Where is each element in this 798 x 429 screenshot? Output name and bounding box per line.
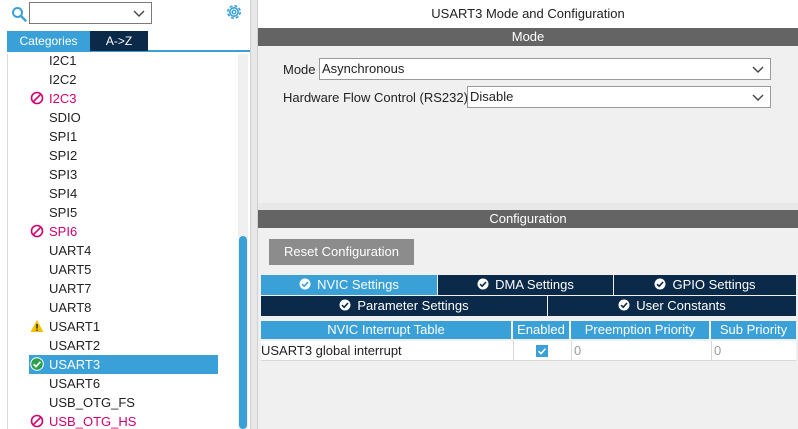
tab-categories[interactable]: Categories — [7, 31, 90, 51]
tab-dma-settings[interactable]: DMA Settings — [438, 275, 613, 295]
column-header[interactable]: NVIC Interrupt Table — [261, 321, 511, 339]
list-item[interactable]: SPI1 — [8, 127, 239, 146]
table-row-name[interactable]: USART3 global interrupt — [261, 341, 513, 361]
list-item[interactable]: USART6 — [8, 374, 239, 393]
list-item-label: USART1 — [49, 319, 101, 334]
list-item-label: SDIO — [49, 110, 81, 125]
pane-splitter[interactable] — [250, 0, 258, 429]
reset-configuration-button[interactable]: Reset Configuration — [269, 239, 414, 265]
search-combo[interactable] — [29, 2, 152, 24]
list-item-label: SPI4 — [49, 186, 78, 201]
tab-label: Parameter Settings — [357, 298, 469, 313]
configuration-section-header: Configuration — [258, 210, 798, 228]
list-item[interactable]: UART4 — [8, 241, 239, 260]
list-item[interactable]: SPI6 — [8, 222, 239, 241]
tab-label: User Constants — [636, 298, 726, 313]
flow-control-label: Hardware Flow Control (RS232) — [283, 90, 468, 105]
list-item-label: SPI5 — [49, 205, 78, 220]
peripheral-tree-pane: Categories A->Z I2C1 I2C2 I2C3 SDIO SPI1 SPI2… — [0, 0, 250, 429]
column-header[interactable]: Enabled — [513, 321, 569, 339]
enabled-cell[interactable] — [513, 341, 571, 361]
list-item[interactable]: UART8 — [8, 298, 239, 317]
no-entry-icon — [30, 414, 44, 428]
list-item-label: USB_OTG_FS — [49, 395, 135, 410]
list-item[interactable]: SPI5 — [8, 203, 239, 222]
configuration-panel: Reset Configuration NVIC Settings DMA Se… — [258, 228, 798, 429]
mode-select[interactable]: Asynchronous — [319, 58, 771, 80]
list-item[interactable]: SPI2 — [8, 146, 239, 165]
list-item-label: SPI6 — [49, 224, 78, 239]
gear-icon[interactable] — [225, 3, 243, 21]
mode-section-header: Mode — [258, 28, 798, 46]
list-item-label: I2C3 — [49, 91, 77, 106]
search-icon[interactable] — [11, 6, 27, 22]
tab-label: NVIC Settings — [317, 277, 399, 292]
list-item-label: SPI2 — [49, 148, 78, 163]
tab-gpio-settings[interactable]: GPIO Settings — [614, 275, 796, 295]
page-title: USART3 Mode and Configuration — [431, 6, 625, 21]
section-divider[interactable] — [258, 203, 798, 210]
list-item[interactable]: I2C2 — [8, 70, 239, 89]
list-item-label: I2C1 — [49, 54, 77, 68]
mode-config-pane: USART3 Mode and Configuration Mode Mode … — [258, 0, 798, 429]
list-item[interactable]: SPI4 — [8, 184, 239, 203]
list-item-label: USB_OTG_HS — [49, 414, 137, 429]
column-header[interactable]: Preemption Priority — [571, 321, 709, 339]
mode-label: Mode — [283, 62, 316, 77]
list-item-label: I2C2 — [49, 72, 77, 87]
category-tabs: Categories A->Z — [7, 31, 250, 52]
list-item[interactable]: USART2 — [8, 336, 239, 355]
sub-priority-cell[interactable]: 0 — [711, 341, 796, 361]
mode-select-value: Asynchronous — [322, 61, 405, 76]
list-item[interactable]: USB_OTG_FS — [8, 393, 239, 412]
check-circle-icon — [618, 299, 630, 311]
check-circle-icon — [654, 278, 666, 290]
list-item-label: UART7 — [49, 281, 92, 296]
tab-nvic-settings[interactable]: NVIC Settings — [261, 275, 437, 295]
tab-label: GPIO Settings — [672, 277, 756, 292]
list-item[interactable]: USART3 — [29, 355, 218, 374]
list-item[interactable]: I2C3 — [8, 89, 239, 108]
flow-control-select[interactable]: Disable — [467, 86, 771, 108]
mode-panel: Mode Asynchronous Hardware Flow Control … — [258, 46, 798, 203]
check-circle-icon — [477, 278, 489, 290]
no-entry-icon — [30, 224, 44, 238]
column-header[interactable]: Sub Priority — [711, 321, 796, 339]
check-circle-icon — [339, 299, 351, 311]
list-item-label: UART5 — [49, 262, 92, 277]
list-item-label: USART3 — [49, 357, 101, 372]
check-circle-icon — [30, 357, 44, 371]
list-item[interactable]: UART7 — [8, 279, 239, 298]
flow-control-value: Disable — [470, 89, 514, 104]
search-row — [0, 0, 250, 30]
tab-a-to-z[interactable]: A->Z — [90, 31, 148, 51]
list-item-label: USART2 — [49, 338, 101, 353]
list-item-label: USART6 — [49, 376, 101, 391]
list-item[interactable]: SPI3 — [8, 165, 239, 184]
list-item[interactable]: SDIO — [8, 108, 239, 127]
list-item[interactable]: I2C1 — [8, 54, 239, 70]
peripheral-list: I2C1 I2C2 I2C3 SDIO SPI1 SPI2 SPI3 SPI4 SPI5 SPI6… — [7, 54, 239, 429]
no-entry-icon — [30, 91, 44, 105]
warning-triangle-icon — [30, 320, 44, 332]
chevron-down-icon[interactable] — [133, 7, 145, 19]
enabled-checkbox[interactable] — [536, 345, 548, 357]
tab-parameter-settings[interactable]: Parameter Settings — [261, 296, 547, 316]
check-circle-icon — [299, 278, 311, 290]
list-item-label: UART4 — [49, 243, 92, 258]
chevron-down-icon — [752, 94, 764, 101]
preemption-priority-cell[interactable]: 0 — [571, 341, 711, 361]
list-item-label: SPI3 — [49, 167, 78, 182]
list-item-label: UART8 — [49, 300, 92, 315]
list-item[interactable]: USB_OTG_HS — [8, 412, 239, 429]
chevron-down-icon — [752, 66, 764, 73]
list-item[interactable]: USART1 — [8, 317, 239, 336]
scrollbar-thumb[interactable] — [239, 236, 247, 429]
tab-label: DMA Settings — [495, 277, 574, 292]
list-item-label: SPI1 — [49, 129, 78, 144]
list-item[interactable]: UART5 — [8, 260, 239, 279]
tab-user-constants[interactable]: User Constants — [548, 296, 796, 316]
